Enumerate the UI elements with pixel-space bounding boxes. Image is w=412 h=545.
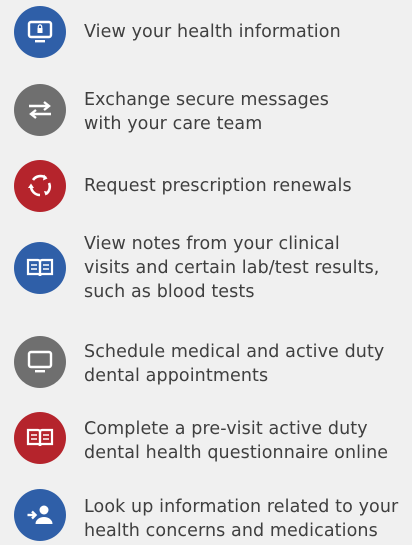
feature-text-line: Look up information related to your xyxy=(84,497,399,517)
monitor-icon xyxy=(27,350,53,373)
feature-icon-circle xyxy=(14,412,66,464)
feature-text: Complete a pre-visit active duty dental … xyxy=(84,417,406,465)
feature-text: Request prescription renewals xyxy=(84,174,406,198)
feature-text-line: with your care team xyxy=(84,114,263,134)
feature-icon-circle xyxy=(14,336,66,388)
feature-icon-circle xyxy=(14,84,66,136)
feature-text-line: Schedule medical and active duty xyxy=(84,342,385,362)
feature-text: Exchange secure messages with your care … xyxy=(84,88,406,136)
feature-text-line: View notes from your clinical xyxy=(84,234,340,254)
feature-icon-circle xyxy=(14,242,66,294)
feature-text-line: such as blood tests xyxy=(84,282,255,302)
feature-text-line: View your health information xyxy=(84,22,341,42)
feature-text-line: visits and certain lab/test results, xyxy=(84,258,380,278)
feature-text-line: health concerns and medications xyxy=(84,521,378,541)
feature-text: Look up information related to your heal… xyxy=(84,495,406,543)
feature-text-line: Exchange secure messages xyxy=(84,90,329,110)
feature-text: Schedule medical and active duty dental … xyxy=(84,340,406,388)
feature-text-line: Complete a pre-visit active duty xyxy=(84,419,368,439)
feature-text: View notes from your clinical visits and… xyxy=(84,232,406,304)
feature-text: View your health information xyxy=(84,20,406,44)
secure-monitor-icon xyxy=(27,20,53,43)
feature-list: View your health information Exchange se… xyxy=(0,0,412,545)
exchange-arrows-icon xyxy=(29,101,51,119)
open-book-icon xyxy=(26,258,54,277)
open-book-icon xyxy=(26,428,54,447)
feature-icon-circle xyxy=(14,160,66,212)
refresh-cycle-icon xyxy=(28,174,52,197)
feature-text-line: dental health questionnaire online xyxy=(84,443,389,463)
feature-icon-circle xyxy=(14,6,66,58)
person-lookup-icon xyxy=(27,505,53,524)
feature-icon-circle xyxy=(14,489,66,541)
feature-text-line: Request prescription renewals xyxy=(84,176,352,196)
feature-text-line: dental appointments xyxy=(84,366,269,386)
